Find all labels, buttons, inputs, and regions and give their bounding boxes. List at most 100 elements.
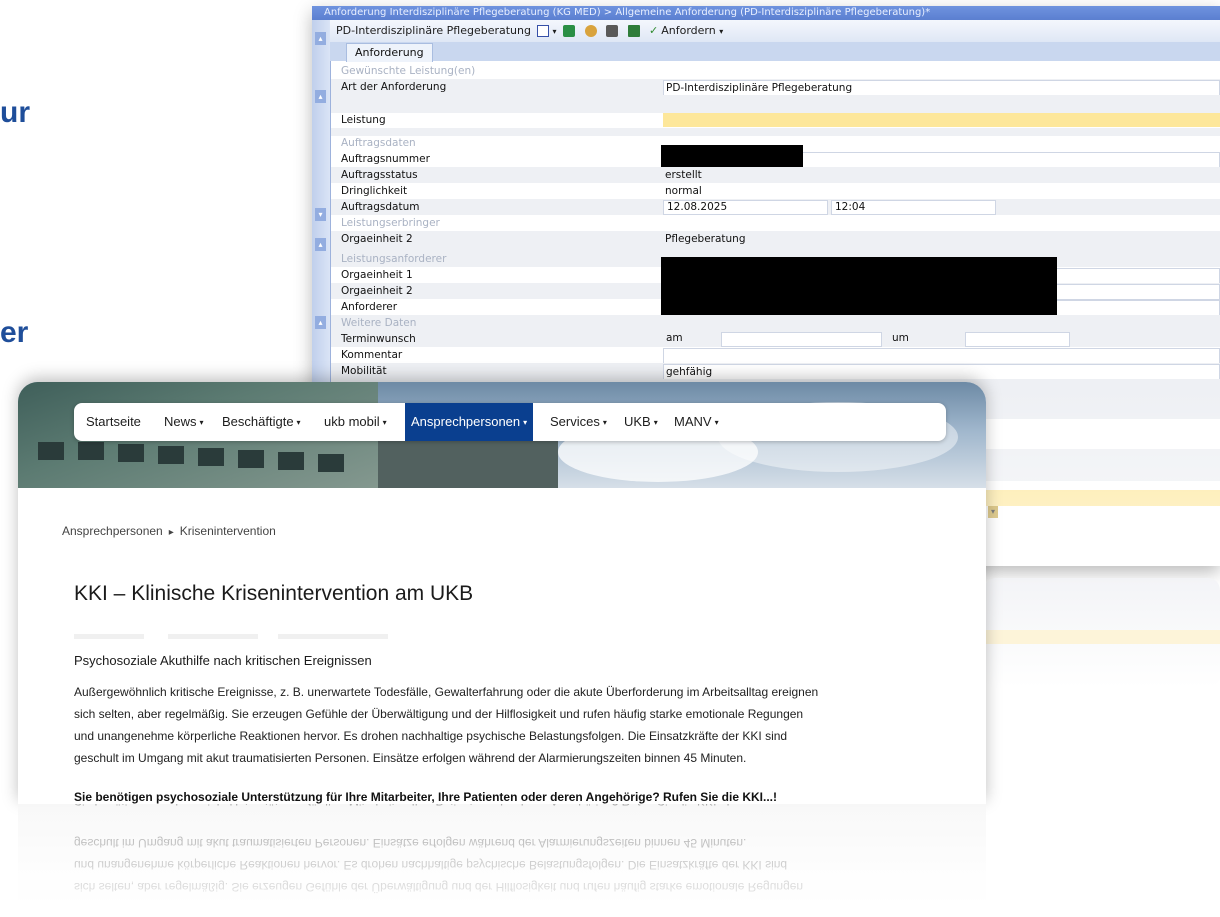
- appointment-date-field[interactable]: [721, 332, 882, 347]
- caret-down-icon: ▾: [382, 417, 387, 427]
- field-label: Anforderer: [341, 301, 398, 313]
- faint-divider: [74, 634, 144, 639]
- field-label: Art der Anforderung: [341, 81, 447, 93]
- request-type-field[interactable]: PD-Interdisziplinäre Pflegeberatung: [663, 80, 1220, 96]
- collapse-arrow-icon[interactable]: ▴: [315, 316, 326, 329]
- building-window: [278, 452, 304, 470]
- document-icon[interactable]: [537, 25, 550, 37]
- breadcrumb-separator-icon: ▸: [168, 527, 174, 538]
- reflection-fade: [18, 804, 986, 917]
- slide-heading-fragment-2: er: [0, 316, 29, 349]
- order-time-field[interactable]: 12:04: [831, 200, 996, 215]
- section-label: Gewünschte Leistung(en): [341, 65, 476, 77]
- service-field[interactable]: [663, 113, 1220, 127]
- nav-item-services[interactable]: Services ▾: [544, 403, 613, 441]
- nav-label: News: [164, 414, 197, 429]
- breadcrumb-parent-link[interactable]: Ansprechpersonen: [62, 524, 163, 538]
- building-window: [78, 442, 104, 460]
- save-icon[interactable]: [563, 25, 575, 37]
- form-toolbar: PD-Interdisziplinäre Pflegeberatung ▾ ✓ A…: [330, 20, 1220, 42]
- page-window-reflection: Sie benötigen psychosoziale Unterstützun…: [18, 804, 986, 917]
- field-label: Orgaeinheit 1: [341, 269, 413, 281]
- row-mobility: Mobilität gehfähig: [331, 363, 1220, 380]
- nav-item-beschaeftigte[interactable]: Beschäftigte ▾: [216, 403, 307, 441]
- provider-org-unit-value: Pflegeberatung: [665, 233, 746, 245]
- nav-label: Services: [550, 414, 600, 429]
- checkmark-icon: ✓: [649, 24, 659, 37]
- body-paragraph: Außergewöhnlich kritische Ereignisse, z.…: [74, 681, 960, 769]
- appointment-am-label: am: [666, 332, 683, 344]
- field-label: Terminwunsch: [341, 333, 416, 345]
- comment-field[interactable]: [663, 348, 1220, 364]
- nav-item-ukb-mobil[interactable]: ukb mobil ▾: [318, 403, 393, 441]
- body-line: und unangenehme körperliche Reaktionen h…: [74, 729, 788, 743]
- field-label: Orgaeinheit 2: [341, 233, 413, 245]
- row-order-status: Auftragsstatus erstellt: [331, 167, 1220, 183]
- body-line: Außergewöhnlich kritische Ereignisse, z.…: [74, 685, 819, 699]
- redaction-box: [661, 145, 803, 167]
- chevron-down-icon[interactable]: ▾: [719, 27, 723, 36]
- row-provider-org-unit: Orgaeinheit 2 Pflegeberatung: [331, 231, 1220, 251]
- collapse-arrow-icon[interactable]: ▴: [315, 32, 326, 45]
- tab-anforderung[interactable]: Anforderung: [346, 43, 433, 62]
- building-image: [378, 438, 558, 488]
- settings-icon[interactable]: [584, 25, 597, 37]
- order-status-value: erstellt: [665, 169, 702, 181]
- field-label: Dringlichkeit: [341, 185, 408, 197]
- field-label: Orgaeinheit 2: [341, 285, 413, 297]
- body-line: geschult im Umgang mit akut traumatisier…: [74, 751, 747, 765]
- request-button[interactable]: Anfordern: [661, 24, 715, 37]
- faint-divider: [278, 634, 388, 639]
- print-icon[interactable]: [606, 25, 618, 37]
- call-to-action-text: Sie benötigen psychosoziale Unterstützun…: [74, 790, 777, 804]
- nav-item-ukb[interactable]: UKB ▾: [618, 403, 664, 441]
- caret-down-icon: ▾: [653, 417, 658, 427]
- building-window: [38, 442, 64, 460]
- row-service: Leistung: [331, 112, 1220, 128]
- nav-item-ansprechpersonen[interactable]: Ansprechpersonen ▾: [405, 403, 534, 441]
- section-label: Leistungsanforderer: [341, 253, 447, 265]
- faint-divider: [168, 634, 258, 639]
- nav-item-manv[interactable]: MANV ▾: [668, 403, 725, 441]
- building-window: [198, 448, 224, 466]
- nav-item-startseite[interactable]: Startseite: [80, 403, 147, 441]
- field-label: Auftragsdatum: [341, 201, 420, 213]
- main-navigation: Startseite News ▾ Beschäftigte ▾ ukb mobil…: [74, 403, 946, 441]
- caret-down-icon: ▾: [714, 417, 719, 427]
- redaction-box: [661, 257, 1057, 315]
- nav-label: UKB: [624, 414, 651, 429]
- building-window: [158, 446, 184, 464]
- urgency-value: normal: [665, 185, 702, 197]
- nav-label: Beschäftigte: [222, 414, 294, 429]
- hero-banner: Startseite News ▾ Beschäftigte ▾ ukb mobil…: [18, 382, 986, 488]
- collapse-arrow-icon[interactable]: ▴: [315, 90, 326, 103]
- row-request-type: Art der Anforderung PD-Interdisziplinäre…: [331, 79, 1220, 96]
- nav-label: MANV: [674, 414, 712, 429]
- expand-arrow-icon[interactable]: ▾: [315, 208, 326, 221]
- slide-heading-fragment-1: ur: [0, 96, 30, 129]
- collapse-arrow-icon[interactable]: ▴: [315, 238, 326, 251]
- nav-item-news[interactable]: News ▾: [158, 403, 210, 441]
- field-label: Mobilität: [341, 365, 387, 377]
- intranet-page-window: Startseite News ▾ Beschäftigte ▾ ukb mobil…: [18, 382, 986, 804]
- export-icon[interactable]: [627, 25, 640, 37]
- nav-label: Startseite: [86, 414, 141, 429]
- breadcrumb-current: Krisenintervention: [179, 524, 276, 538]
- field-label: Leistung: [341, 114, 386, 126]
- section-heading: Psychosoziale Akuthilfe nach kritischen …: [74, 653, 372, 668]
- section-requested-services: Gewünschte Leistung(en): [331, 63, 1220, 79]
- caret-down-icon: ▾: [602, 417, 607, 427]
- field-label: Kommentar: [341, 349, 403, 361]
- form-window-reflection: [984, 578, 1220, 688]
- window-title-bar: Anforderung Interdisziplinäre Pflegebera…: [312, 6, 1220, 20]
- section-label: Weitere Daten: [341, 317, 417, 329]
- form-name: PD-Interdisziplinäre Pflegeberatung: [336, 24, 531, 37]
- mobility-field[interactable]: gehfähig: [663, 364, 1220, 380]
- caret-down-icon: ▾: [296, 417, 301, 427]
- appointment-time-field[interactable]: [965, 332, 1070, 347]
- order-date-field[interactable]: 12.08.2025: [663, 200, 828, 215]
- row-comment: Kommentar: [331, 347, 1220, 364]
- nav-label: Ansprechpersonen: [411, 414, 521, 429]
- building-window: [118, 444, 144, 462]
- window-title: Anforderung Interdisziplinäre Pflegebera…: [324, 7, 931, 18]
